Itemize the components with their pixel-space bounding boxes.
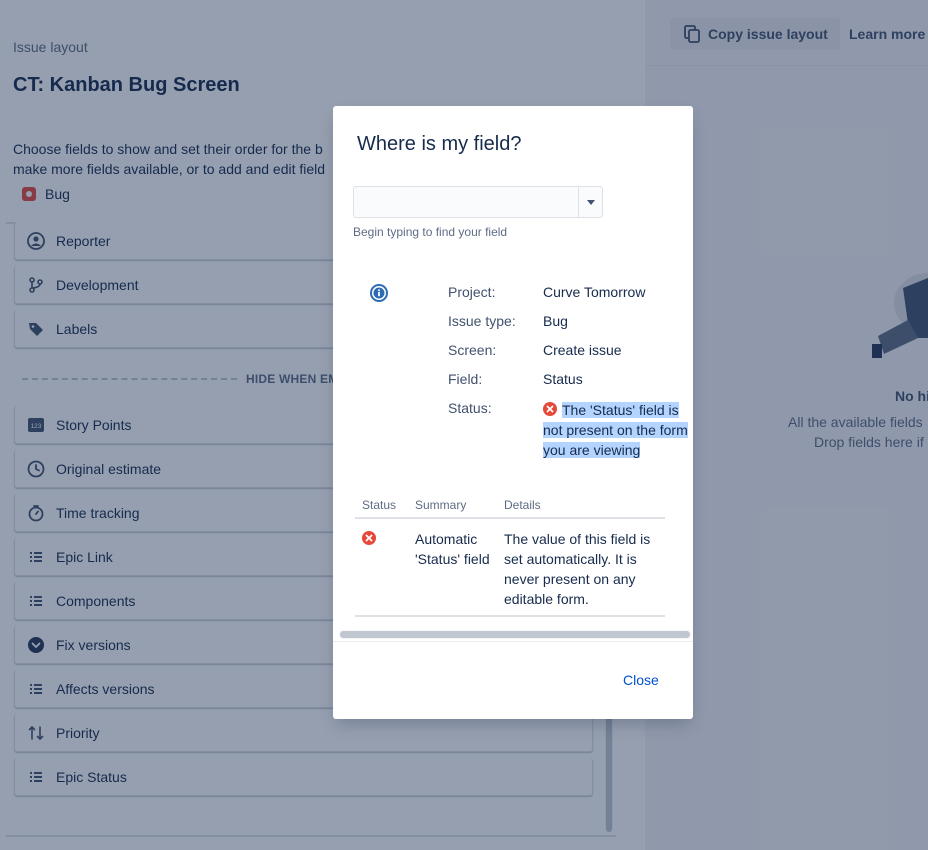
column-header-status: Status [362,498,397,512]
info-row: Screen: Create issue [448,342,688,371]
caret-down-icon [586,199,595,205]
info-key: Status: [448,400,492,416]
info-value: Curve Tomorrow [543,284,646,300]
row-details-cell: The value of this field is set automatic… [504,531,651,607]
column-header-details: Details [504,498,541,512]
info-row: Issue type: Bug [448,313,688,342]
info-key: Field: [448,371,483,387]
field-search-select[interactable] [353,186,603,218]
info-row-status: Status: The 'Status' field is not presen… [448,400,688,460]
info-row: Project: Curve Tomorrow [448,284,688,313]
results-table: Status Summary Details Automatic 'Status… [355,498,665,617]
table-row: Automatic 'Status' field The value of th… [355,519,665,617]
error-icon [362,531,376,545]
info-value: Create issue [543,342,622,358]
info-value: Status [543,371,583,387]
field-info-list: Project: Curve Tomorrow Issue type: Bug Scre… [448,284,688,460]
row-status-cell [355,529,407,615]
dialog-footer-divider [333,641,693,642]
row-summary-cell: Automatic 'Status' field [415,531,490,567]
status-message: The 'Status' field is not present on the… [543,400,688,460]
dropdown-toggle[interactable] [578,187,602,217]
info-key: Screen: [448,342,497,358]
status-message-text: The 'Status' field is not present on the… [543,402,688,458]
info-row: Field: Status [448,371,688,400]
dialog-title: Where is my field? [357,133,522,155]
table-header: Status Summary Details [355,498,665,519]
error-icon [543,402,557,416]
scrollbar-thumb[interactable] [340,631,690,638]
select-help-text: Begin typing to find your field [353,225,508,239]
horizontal-scrollbar[interactable] [339,630,691,639]
close-button[interactable]: Close [623,672,659,688]
where-is-my-field-dialog: Where is my field? Begin typing to find … [333,106,693,719]
column-header-summary: Summary [415,498,467,512]
info-key: Issue type: [448,313,516,329]
info-key: Project: [448,284,496,300]
info-icon [370,284,388,302]
info-value: Bug [543,313,568,329]
